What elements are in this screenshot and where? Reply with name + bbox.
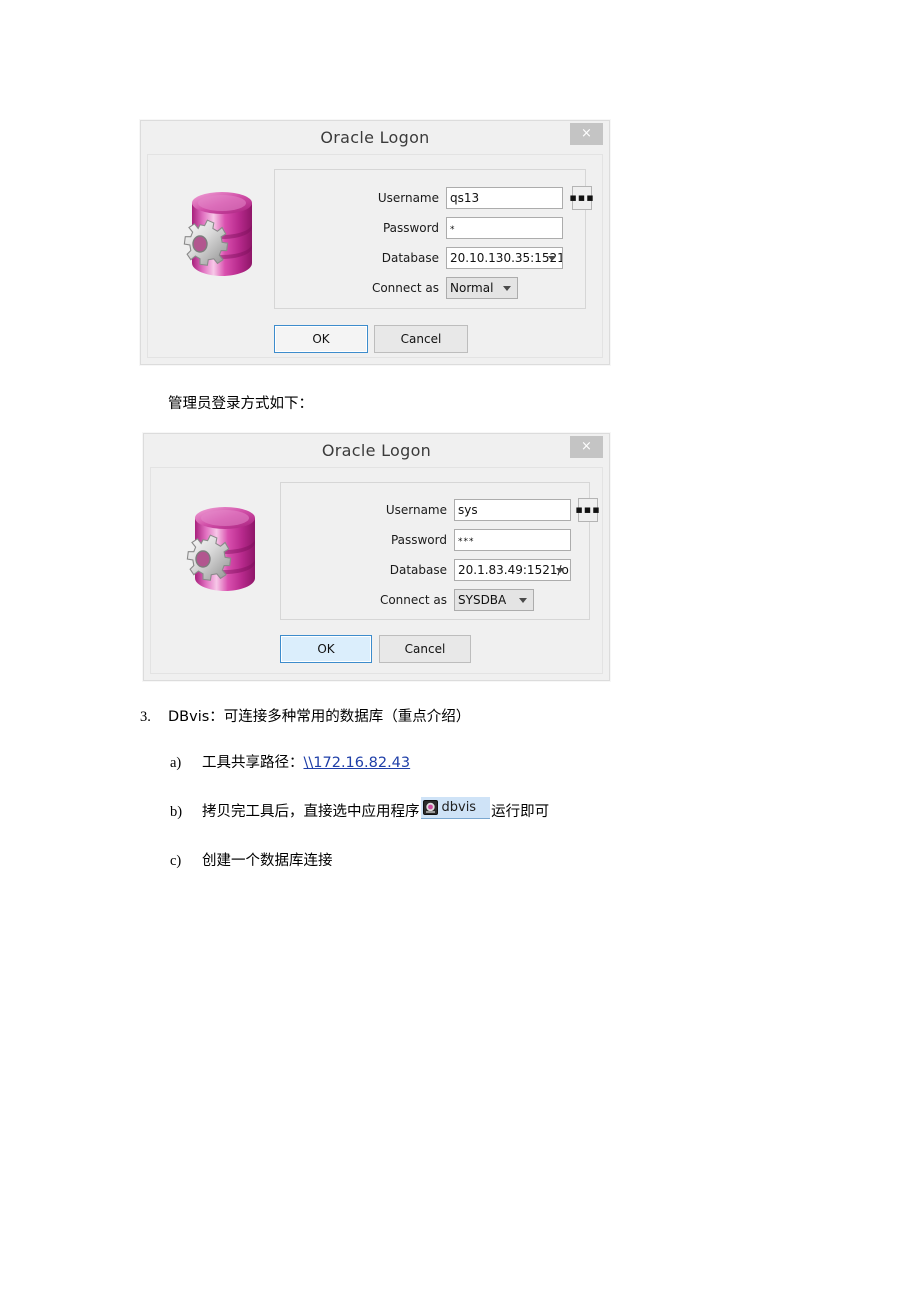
list-item-a-text: 工具共享路径： xyxy=(202,755,304,771)
credentials-panel: Username sys ▪▪▪ Password *** Database 2… xyxy=(280,482,600,620)
ellipsis-icon: ▪▪▪ xyxy=(575,503,601,516)
list-marker: c) xyxy=(170,853,182,869)
database-gear-icon xyxy=(173,494,265,598)
connect-as-select[interactable]: Normal xyxy=(446,277,518,299)
connect-as-label: Connect as xyxy=(379,593,447,607)
dialog-title: Oracle Logon xyxy=(320,127,430,147)
connect-as-label: Connect as xyxy=(371,281,439,295)
username-label: Username xyxy=(385,503,447,517)
database-label: Database xyxy=(389,563,447,577)
dialog-body: Username sys ▪▪▪ Password *** Database 2… xyxy=(150,467,603,674)
oracle-logon-dialog-1: Oracle Logon × Username qs13 ▪▪▪ Passwor… xyxy=(140,120,610,365)
cancel-button[interactable]: Cancel xyxy=(379,635,471,663)
list-item-b-text-before: 拷贝完工具后，直接选中应用程序 xyxy=(202,804,420,820)
list-item-b-text-after: 运行即可 xyxy=(491,804,550,820)
dialog-title: Oracle Logon xyxy=(321,440,432,460)
database-select[interactable]: 20.1.83.49:1521/ora11g xyxy=(454,559,571,581)
share-path-link[interactable]: \\172.16.82.43 xyxy=(304,755,411,771)
password-row: Password *** xyxy=(281,529,591,551)
connect-as-row: Connect as Normal xyxy=(275,277,587,299)
connect-as-value: Normal xyxy=(450,281,494,295)
dialog-titlebar: Oracle Logon × xyxy=(141,121,609,153)
chevron-down-icon xyxy=(556,568,564,573)
close-icon[interactable]: × xyxy=(570,123,603,145)
ellipsis-icon: ▪▪▪ xyxy=(569,191,595,204)
database-select[interactable]: 20.10.130.35:1521/hycsb xyxy=(446,247,563,269)
list-item-a: a) 工具共享路径： \\172.16.82.43 xyxy=(170,751,410,772)
credentials-panel: Username qs13 ▪▪▪ Password * Database 20… xyxy=(274,169,594,309)
list-item-3-text: DBvis：可连接多种常用的数据库（重点介绍） xyxy=(168,709,471,725)
password-value: * xyxy=(450,225,456,235)
database-row: Database 20.10.130.35:1521/hycsb xyxy=(275,247,587,269)
list-marker: 3. xyxy=(140,709,151,725)
list-item-c-text: 创建一个数据库连接 xyxy=(202,853,333,869)
connect-as-value: SYSDBA xyxy=(458,593,507,607)
chevron-down-icon xyxy=(548,256,556,261)
dbvis-icon xyxy=(422,800,438,815)
oracle-logon-dialog-2: Oracle Logon × Username sys ▪▪▪ Password… xyxy=(143,433,610,681)
database-gear-icon xyxy=(170,179,262,283)
list-item-3: 3. DBvis：可连接多种常用的数据库（重点介绍） xyxy=(140,705,470,726)
list-marker: b) xyxy=(170,804,183,820)
username-browse-button[interactable]: ▪▪▪ xyxy=(575,498,601,522)
password-input[interactable]: *** xyxy=(454,529,571,551)
username-input[interactable]: qs13 xyxy=(446,187,563,209)
password-value: *** xyxy=(458,537,475,547)
dialog-body: Username qs13 ▪▪▪ Password * Database 20… xyxy=(147,154,603,358)
list-item-c: c) 创建一个数据库连接 xyxy=(170,849,333,870)
password-label: Password xyxy=(382,221,439,235)
list-item-b: b) 拷贝完工具后，直接选中应用程序 dbvis 运行即可 xyxy=(170,797,550,821)
ok-button[interactable]: OK xyxy=(274,325,368,353)
dialog-titlebar: Oracle Logon × xyxy=(144,434,609,466)
database-value: 20.1.83.49:1521/ora11g xyxy=(458,563,570,577)
database-label: Database xyxy=(381,251,439,265)
username-row: Username qs13 xyxy=(275,187,587,209)
connect-as-row: Connect as SYSDBA xyxy=(281,589,591,611)
dbvis-label: dbvis xyxy=(441,800,477,815)
cancel-button[interactable]: Cancel xyxy=(374,325,468,353)
username-row: Username sys xyxy=(281,499,591,521)
username-browse-button[interactable]: ▪▪▪ xyxy=(569,186,595,210)
ok-button[interactable]: OK xyxy=(280,635,372,663)
database-row: Database 20.1.83.49:1521/ora11g xyxy=(281,559,591,581)
password-row: Password * xyxy=(275,217,587,239)
close-icon[interactable]: × xyxy=(570,436,603,458)
dbvis-app-badge[interactable]: dbvis xyxy=(420,797,491,819)
username-input[interactable]: sys xyxy=(454,499,571,521)
connect-as-select[interactable]: SYSDBA xyxy=(454,589,534,611)
password-input[interactable]: * xyxy=(446,217,563,239)
list-marker: a) xyxy=(170,755,182,771)
admin-note: 管理员登录方式如下： xyxy=(168,396,313,412)
chevron-down-icon xyxy=(519,598,527,603)
database-value: 20.10.130.35:1521/hycsb xyxy=(450,251,563,265)
chevron-down-icon xyxy=(503,286,511,291)
username-label: Username xyxy=(377,191,439,205)
password-label: Password xyxy=(390,533,447,547)
